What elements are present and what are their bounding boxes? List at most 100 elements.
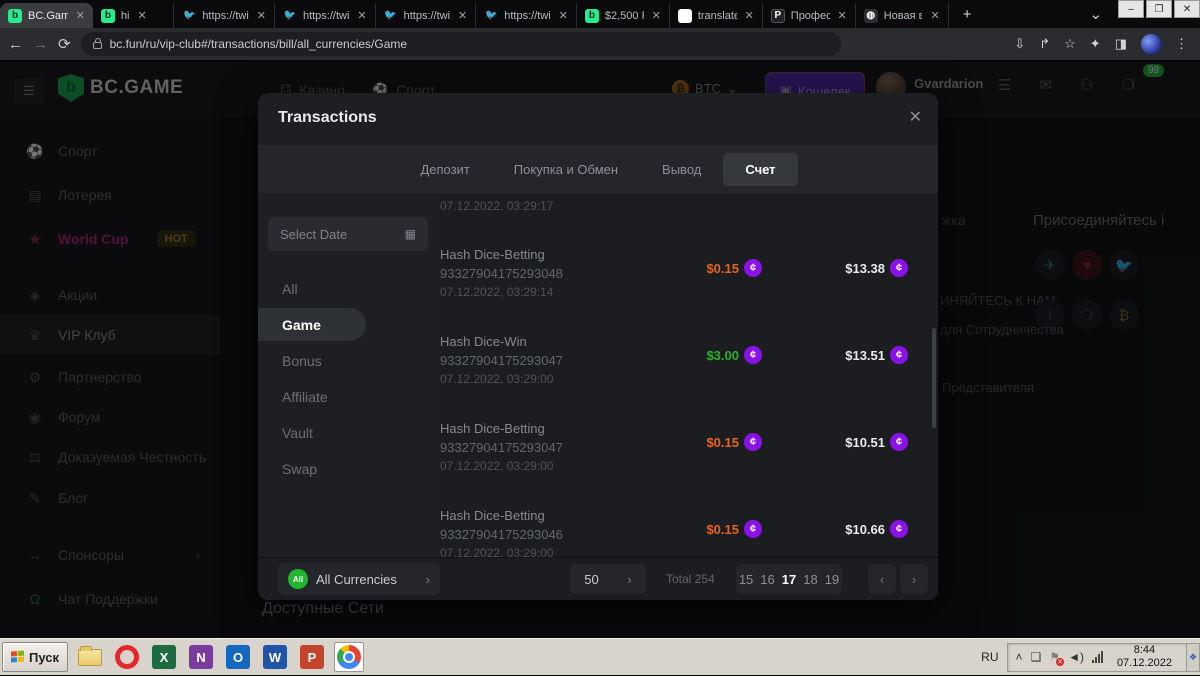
table-row: Hash Dice-Betting 93327904175293048 07.1… [440,245,910,302]
share-icon[interactable]: ↱ [1039,36,1050,52]
select-date-button[interactable]: Select Date ▦ [268,217,428,251]
folder-icon [78,649,102,666]
bcd-coin-icon: ¢ [890,259,908,277]
modal-title: Transactions [278,109,377,127]
all-currencies-button[interactable]: All All Currencies › [278,563,440,595]
tab-twitter-2[interactable]: 🐦https://twi✕ [275,3,376,28]
tab-close-icon[interactable]: ✕ [456,9,467,22]
bcd-coin-icon: ¢ [744,346,762,364]
filter-all[interactable]: All [282,281,298,297]
twitter-icon: 🐦 [484,9,498,23]
windows-taskbar: Пуск X N O W P RU ˄ ❏ ⚑ ◄) 8:44 07.12.20… [0,638,1200,675]
taskbar-onenote[interactable]: N [186,642,216,672]
tab-promo[interactable]: $2,500 Pre✕ [577,3,670,28]
menu-dots-icon[interactable]: ⋮ [1175,36,1188,52]
filter-game[interactable]: Game [282,317,321,333]
tab-withdraw[interactable]: Вывод [640,153,723,186]
page-15[interactable]: 15 [739,572,753,587]
modal-close-icon[interactable]: ✕ [909,107,922,127]
minimize-button[interactable]: – [1118,0,1144,18]
address-bar[interactable]: bc.fun/ru/vip-club#/transactions/bill/al… [81,32,841,56]
prev-page-button[interactable]: ‹ [868,564,896,594]
available-networks-label: Доступные Сети [262,600,384,618]
opera-icon: ◍ [864,9,878,23]
tab-deposit[interactable]: Депозит [398,153,491,186]
taskbar-opera[interactable] [112,642,142,672]
tab-close-icon[interactable]: ✕ [557,9,568,22]
tab-close-icon[interactable]: ✕ [74,9,85,22]
filter-panel: Select Date ▦ All Game Bonus Affiliate V… [258,193,440,557]
network-signal-icon[interactable] [1092,651,1103,663]
start-button[interactable]: Пуск [2,642,68,672]
taskbar-excel[interactable]: X [149,642,179,672]
tab-bcgame[interactable]: BC.Game:✕ [0,3,93,28]
taskbar-outlook[interactable]: O [223,642,253,672]
tab-close-icon[interactable]: ✕ [255,9,266,22]
tab-close-icon[interactable]: ✕ [743,9,754,22]
tab-newtab-page[interactable]: ◍Новая вк✕ [856,3,949,28]
restore-button[interactable]: ❐ [1146,0,1172,18]
bcgame-icon [585,9,599,23]
screen: BC.Game:✕ hi✕ 🐦https://twi✕ 🐦https://twi… [0,0,1200,675]
tab-hi[interactable]: hi✕ [93,3,174,28]
new-tab-button[interactable]: + [949,6,986,23]
twitter-icon: 🐦 [283,9,297,23]
tab-translate[interactable]: Gtranslate -✕ [670,3,763,28]
side-panel-icon[interactable]: ◨ [1115,36,1127,52]
filter-affiliate[interactable]: Affiliate [282,389,328,405]
window-controls: – ❐ ✕ [1116,0,1200,18]
taskbar-file-explorer[interactable] [75,642,105,672]
page-16[interactable]: 16 [760,572,774,587]
browser-tab-bar: BC.Game:✕ hi✕ 🐦https://twi✕ 🐦https://twi… [0,0,1200,28]
tab-close-icon[interactable]: ✕ [355,9,366,22]
transactions-modal: Transactions ✕ Депозит Покупка и Обмен В… [258,93,938,600]
toolbar-icons: ⇩ ↱ ☆ ✦ ◨ ⋮ [1014,34,1192,54]
back-icon[interactable]: ← [8,36,23,53]
extensions-puzzle-icon[interactable]: ✦ [1090,36,1101,52]
next-page-button[interactable]: › [900,564,928,594]
tab-bill[interactable]: Счет [723,153,797,186]
taskbar-chrome-active[interactable] [334,642,364,672]
tab-close-icon[interactable]: ✕ [650,9,661,22]
tab-twitter-3[interactable]: 🐦https://twi✕ [376,3,477,28]
onenote-icon: N [189,645,213,669]
filter-swap[interactable]: Swap [282,461,317,477]
reload-icon[interactable]: ⟳ [58,35,71,53]
taskbar-word[interactable]: W [260,642,290,672]
page-size-selector[interactable]: 50 › [570,564,646,594]
tray-clock[interactable]: 8:44 07.12.2022 [1111,644,1178,670]
action-center-flag-icon[interactable]: ⚑ [1049,650,1060,664]
tab-buy-swap[interactable]: Покупка и Обмен [492,153,640,186]
page-19[interactable]: 19 [825,572,839,587]
tab-close-icon[interactable]: ✕ [135,9,146,22]
tab-search-chevron-icon[interactable]: ⌄ [1075,5,1116,23]
bookmark-star-icon[interactable]: ☆ [1064,36,1076,52]
clipboard-icon[interactable]: ❏ [1031,650,1042,664]
filter-bonus[interactable]: Bonus [282,353,322,369]
all-currencies-icon: All [288,569,308,589]
forward-icon[interactable]: → [33,36,48,53]
table-row: Hash Dice-Betting 93327904175293047 07.1… [440,419,910,476]
taskbar-powerpoint[interactable]: P [297,642,327,672]
page-18[interactable]: 18 [803,572,817,587]
tab-professional[interactable]: PПрофесси✕ [763,3,856,28]
install-icon[interactable]: ⇩ [1014,36,1025,52]
bcd-coin-icon: ¢ [744,259,762,277]
tray-expand-icon[interactable]: ˄ [1016,650,1023,664]
page-17-current[interactable]: 17 [782,572,796,587]
profile-avatar[interactable] [1141,34,1161,54]
close-button[interactable]: ✕ [1174,0,1200,18]
scrollbar-thumb[interactable] [932,328,936,428]
tab-twitter-1[interactable]: 🐦https://twi✕ [174,3,275,28]
tab-twitter-4[interactable]: 🐦https://twi✕ [476,3,577,28]
volume-icon[interactable]: ◄) [1068,650,1084,664]
url-text: bc.fun/ru/vip-club#/transactions/bill/al… [110,37,407,51]
language-indicator[interactable]: RU [973,650,1006,664]
filter-vault[interactable]: Vault [282,425,313,441]
bcd-coin-icon: ¢ [744,520,762,538]
tab-close-icon[interactable]: ✕ [928,9,939,22]
tab-close-icon[interactable]: ✕ [836,9,847,22]
pagination: 15 16 17 18 19 [736,564,842,594]
show-desktop-button[interactable]: ❖ [1186,643,1200,672]
bcd-coin-icon: ¢ [890,520,908,538]
